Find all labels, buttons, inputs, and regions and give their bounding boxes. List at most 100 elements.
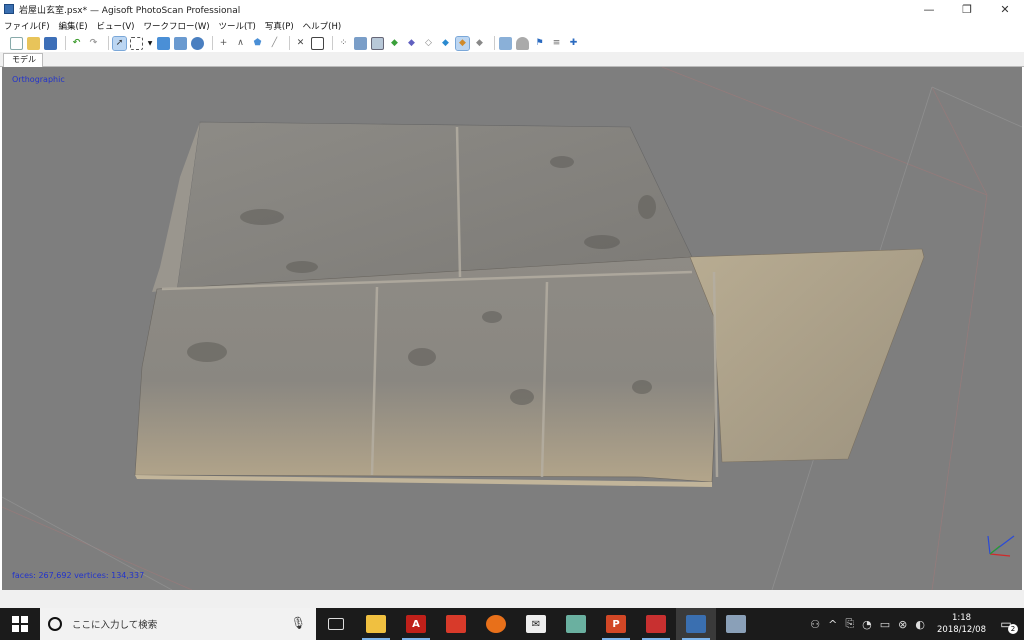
menu-edit[interactable]: 編集(E) <box>59 20 88 32</box>
toolbar-separator <box>212 36 213 50</box>
camera-icon[interactable] <box>499 36 512 50</box>
delete-icon[interactable]: ✕ <box>294 37 307 50</box>
rect-select-icon[interactable] <box>130 36 143 50</box>
polyline-icon[interactable]: ∧ <box>234 37 247 50</box>
move-icon[interactable]: + <box>217 37 230 50</box>
folder-icon <box>366 615 386 633</box>
chamber-floor <box>134 256 723 483</box>
clock-time: 1:18 <box>951 613 972 623</box>
taskbar-app-mail[interactable]: ✉ <box>516 608 556 640</box>
menu-tools[interactable]: ツール(T) <box>219 20 256 32</box>
taskbar-app-picture[interactable] <box>636 608 676 640</box>
navigate-icon[interactable] <box>157 36 170 50</box>
redo-icon[interactable]: ↷ <box>87 37 100 50</box>
textured-icon[interactable]: ◇ <box>422 37 435 50</box>
mesh-stats: faces: 267,692 vertices: 134,337 <box>12 571 145 580</box>
undo-icon[interactable]: ↶ <box>70 37 83 50</box>
menu-view[interactable]: ビュー(V) <box>97 20 135 32</box>
ruler-icon[interactable]: ╱ <box>268 37 281 50</box>
menu-file[interactable]: ファイル(F) <box>4 20 50 32</box>
crop-icon[interactable] <box>311 36 324 50</box>
taskbar-app-file-explorer[interactable] <box>356 608 396 640</box>
task-view-icon <box>328 618 344 630</box>
menu-help[interactable]: ヘルプ(H) <box>303 20 342 32</box>
taskbar-app-presentation[interactable] <box>436 608 476 640</box>
projection-label: Orthographic <box>12 75 65 84</box>
notification-count: 2 <box>1008 624 1018 634</box>
tiled-model-icon[interactable]: ◆ <box>473 37 486 50</box>
tiled-icon[interactable]: ◆ <box>439 37 452 50</box>
cortana-icon <box>48 617 62 631</box>
clock[interactable]: 1:18 2018/12/08 <box>937 612 986 636</box>
points-icon[interactable]: ⁘ <box>337 37 350 50</box>
battery-icon[interactable]: ▭ <box>880 618 890 631</box>
taskbar-app-photoscan[interactable] <box>676 608 716 640</box>
status-bar <box>0 590 1024 608</box>
presentation-icon <box>446 615 466 633</box>
task-view-button[interactable] <box>316 608 356 640</box>
chevron-down-icon[interactable]: ▼ <box>147 37 153 50</box>
toolbar-separator <box>289 36 290 50</box>
menu-bar: ファイル(F) 編集(E) ビュー(V) ワークフロー(W) ツール(T) 写真… <box>0 18 1024 34</box>
taskbar-app-acrobat[interactable]: A <box>396 608 436 640</box>
open-folder-icon[interactable] <box>27 36 40 50</box>
dense-icon[interactable] <box>354 36 367 50</box>
restore-button[interactable]: ❐ <box>948 0 986 18</box>
wifi-icon[interactable]: ◔ <box>862 618 872 631</box>
action-center-button[interactable]: ▭ 2 <box>994 612 1018 636</box>
resize-icon[interactable] <box>191 36 204 50</box>
axis-icon[interactable]: ✚ <box>567 37 580 50</box>
start-button[interactable] <box>0 608 40 640</box>
minimize-button[interactable]: — <box>910 0 948 18</box>
save-icon[interactable] <box>44 36 57 50</box>
toolbar-separator <box>332 36 333 50</box>
tab-model[interactable]: モデル <box>3 53 43 67</box>
solid-icon[interactable]: ◆ <box>388 37 401 50</box>
search-placeholder: ここに入力して検索 <box>72 620 158 631</box>
title-bar: 岩屋山玄室.psx* — Agisoft PhotoScan Professio… <box>0 0 1024 18</box>
taskbar-app-network[interactable] <box>716 608 756 640</box>
axis-gizmo <box>987 535 1015 557</box>
model-viewport[interactable]: Orthographic faces: 267,692 vertices: 13… <box>2 67 1022 590</box>
textured-active-icon[interactable]: ◆ <box>455 35 470 51</box>
grid-icon[interactable] <box>371 36 384 50</box>
microphone-icon[interactable]: 🎙 <box>291 616 306 630</box>
window-controls: — ❐ ✕ <box>910 0 1024 18</box>
menu-photos[interactable]: 写真(P) <box>265 20 294 32</box>
network-app-icon <box>726 615 746 633</box>
taskbar-app-green[interactable] <box>556 608 596 640</box>
powerpoint-icon: P <box>606 615 626 633</box>
close-button[interactable]: ✕ <box>986 0 1024 18</box>
window-title: 岩屋山玄室.psx* — Agisoft PhotoScan Professio… <box>19 5 241 16</box>
toolbar-separator <box>108 36 109 50</box>
toolbar-separator <box>65 36 66 50</box>
picture-app-icon <box>646 615 666 633</box>
select-arrow-icon[interactable]: ➚ <box>112 35 127 51</box>
menu-workflow[interactable]: ワークフロー(W) <box>144 20 210 32</box>
green-app-icon <box>566 615 586 633</box>
people-icon[interactable]: ⚇ <box>810 618 820 631</box>
view-tabs: モデル <box>0 52 1024 67</box>
frame-icon[interactable] <box>516 36 529 50</box>
entrance-passage <box>689 248 925 463</box>
windows-logo-icon <box>12 616 28 632</box>
reset-view-icon[interactable]: ≡ <box>550 37 563 50</box>
rotate-icon[interactable] <box>174 36 187 50</box>
flag-icon[interactable]: ⚑ <box>533 37 546 50</box>
taskbar-app-firefox[interactable] <box>476 608 516 640</box>
toolbar-separator <box>494 36 495 50</box>
photoscan-icon <box>686 615 706 633</box>
acrobat-icon: A <box>406 615 426 633</box>
pen-icon[interactable]: ⎘ <box>845 617 854 631</box>
ime-icon[interactable]: ◐ <box>915 618 925 631</box>
taskbar: ここに入力して検索 🎙 A ✉ P ⚇ ^ ⎘ ◔ ▭ ⊗ ◐ 1:18 201… <box>0 608 1024 640</box>
shaded-icon[interactable]: ◆ <box>405 37 418 50</box>
new-file-icon[interactable] <box>10 36 23 50</box>
search-box[interactable]: ここに入力して検索 🎙 <box>40 608 316 640</box>
chevron-up-icon[interactable]: ^ <box>828 618 837 631</box>
firefox-icon <box>486 615 506 633</box>
app-icon <box>4 4 14 14</box>
sound-muted-icon[interactable]: ⊗ <box>898 618 907 631</box>
taskbar-app-powerpoint[interactable]: P <box>596 608 636 640</box>
polygon-icon[interactable]: ⬟ <box>251 37 264 50</box>
